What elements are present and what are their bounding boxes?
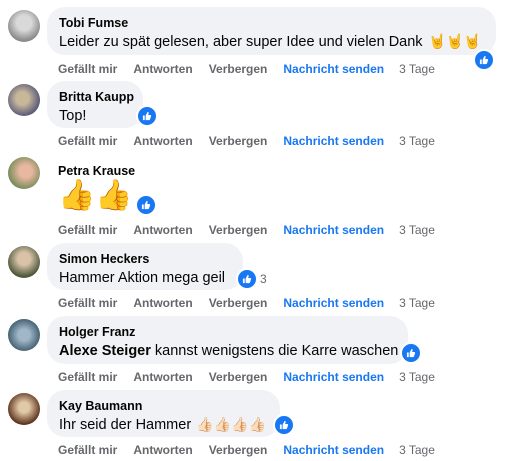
comment-author[interactable]: Kay Baumann (59, 398, 268, 414)
comment-author[interactable]: Petra Krause (58, 163, 135, 179)
comment-text: Alexe Steiger kannst wenigstens die Karr… (59, 341, 399, 361)
comment-body: Top! (59, 108, 87, 124)
like-icon[interactable] (473, 49, 495, 71)
reply-button[interactable]: Antworten (133, 61, 192, 77)
comment-bubble: Kay Baumann Ihr seid der Hammer 👍🏻👍🏻👍🏻👍🏻 (47, 390, 280, 437)
comment-text: Leider zu spät gelesen, aber super Idee … (59, 32, 484, 52)
like-icon[interactable] (136, 105, 158, 127)
reply-button[interactable]: Antworten (133, 295, 192, 311)
comment-author[interactable]: Simon Heckers (59, 251, 231, 267)
like-button[interactable]: Gefällt mir (58, 369, 117, 385)
avatar[interactable] (8, 319, 40, 351)
like-icon[interactable] (236, 268, 258, 290)
hide-button[interactable]: Verbergen (209, 61, 268, 77)
timestamp[interactable]: 3 Tage (399, 295, 435, 311)
reply-button[interactable]: Antworten (133, 442, 192, 458)
avatar[interactable] (8, 10, 40, 42)
avatar[interactable] (8, 246, 40, 278)
comment-actions: Gefällt mir Antworten Verbergen Nachrich… (58, 222, 435, 238)
send-message-button[interactable]: Nachricht senden (283, 295, 384, 311)
hide-button[interactable]: Verbergen (209, 295, 268, 311)
reply-button[interactable]: Antworten (133, 369, 192, 385)
send-message-button[interactable]: Nachricht senden (283, 133, 384, 149)
comment-body: Leider zu spät gelesen, aber super Idee … (59, 34, 423, 50)
hide-button[interactable]: Verbergen (209, 442, 268, 458)
comment-author[interactable]: Holger Franz (59, 324, 396, 340)
avatar[interactable] (8, 393, 40, 425)
comment-bubble: Simon Heckers Hammer Aktion mega geil (47, 243, 243, 290)
hide-button[interactable]: Verbergen (209, 133, 268, 149)
like-button[interactable]: Gefällt mir (58, 61, 117, 77)
reaction-count[interactable]: 3 (260, 272, 267, 286)
comment-bubble: Holger Franz Alexe Steiger kannst wenigs… (47, 316, 408, 364)
comment-body: 👍👍 (58, 178, 139, 214)
comment-bubble: Britta Kaupp Top! (47, 81, 143, 128)
mention-link[interactable]: Alexe Steiger (59, 343, 151, 359)
comment-actions: Gefällt mir Antworten Verbergen Nachrich… (58, 295, 435, 311)
reply-button[interactable]: Antworten (133, 222, 192, 238)
like-icon[interactable] (273, 414, 295, 436)
timestamp[interactable]: 3 Tage (399, 222, 435, 238)
comment-actions: Gefällt mir Antworten Verbergen Nachrich… (58, 133, 435, 149)
like-icon[interactable] (135, 194, 157, 216)
thumbs-up-emoji: 👍🏻👍🏻👍🏻👍🏻 (196, 417, 266, 433)
send-message-button[interactable]: Nachricht senden (283, 222, 384, 238)
hide-button[interactable]: Verbergen (209, 222, 268, 238)
timestamp[interactable]: 3 Tage (399, 133, 435, 149)
thumbs-up-emoji: 👍👍 (58, 178, 133, 213)
comment-body: kannst wenigstens die Karre waschen (154, 343, 399, 359)
comment-actions: Gefällt mir Antworten Verbergen Nachrich… (58, 61, 435, 77)
timestamp[interactable]: 3 Tage (399, 369, 435, 385)
comment-actions: Gefällt mir Antworten Verbergen Nachrich… (58, 442, 435, 458)
like-button[interactable]: Gefällt mir (58, 442, 117, 458)
avatar[interactable] (8, 84, 40, 116)
avatar[interactable] (8, 157, 40, 189)
hide-button[interactable]: Verbergen (209, 369, 268, 385)
rock-on-emoji: 🤘🤘🤘 (428, 34, 481, 50)
send-message-button[interactable]: Nachricht senden (283, 369, 384, 385)
like-button[interactable]: Gefällt mir (58, 295, 117, 311)
comment-author[interactable]: Tobi Fumse (59, 15, 484, 31)
like-icon[interactable] (400, 342, 422, 364)
reply-button[interactable]: Antworten (133, 133, 192, 149)
comment-text: Ihr seid der Hammer 👍🏻👍🏻👍🏻👍🏻 (59, 415, 268, 435)
comment-actions: Gefällt mir Antworten Verbergen Nachrich… (58, 369, 435, 385)
comment-bubble: Tobi Fumse Leider zu spät gelesen, aber … (47, 7, 496, 55)
timestamp[interactable]: 3 Tage (399, 61, 435, 77)
timestamp[interactable]: 3 Tage (399, 442, 435, 458)
comment-author[interactable]: Britta Kaupp (59, 89, 134, 105)
comment-body: Hammer Aktion mega geil (59, 270, 226, 286)
comment-body: Ihr seid der Hammer (59, 417, 192, 433)
send-message-button[interactable]: Nachricht senden (283, 442, 384, 458)
like-button[interactable]: Gefällt mir (58, 222, 117, 238)
like-button[interactable]: Gefällt mir (58, 133, 117, 149)
send-message-button[interactable]: Nachricht senden (283, 61, 384, 77)
